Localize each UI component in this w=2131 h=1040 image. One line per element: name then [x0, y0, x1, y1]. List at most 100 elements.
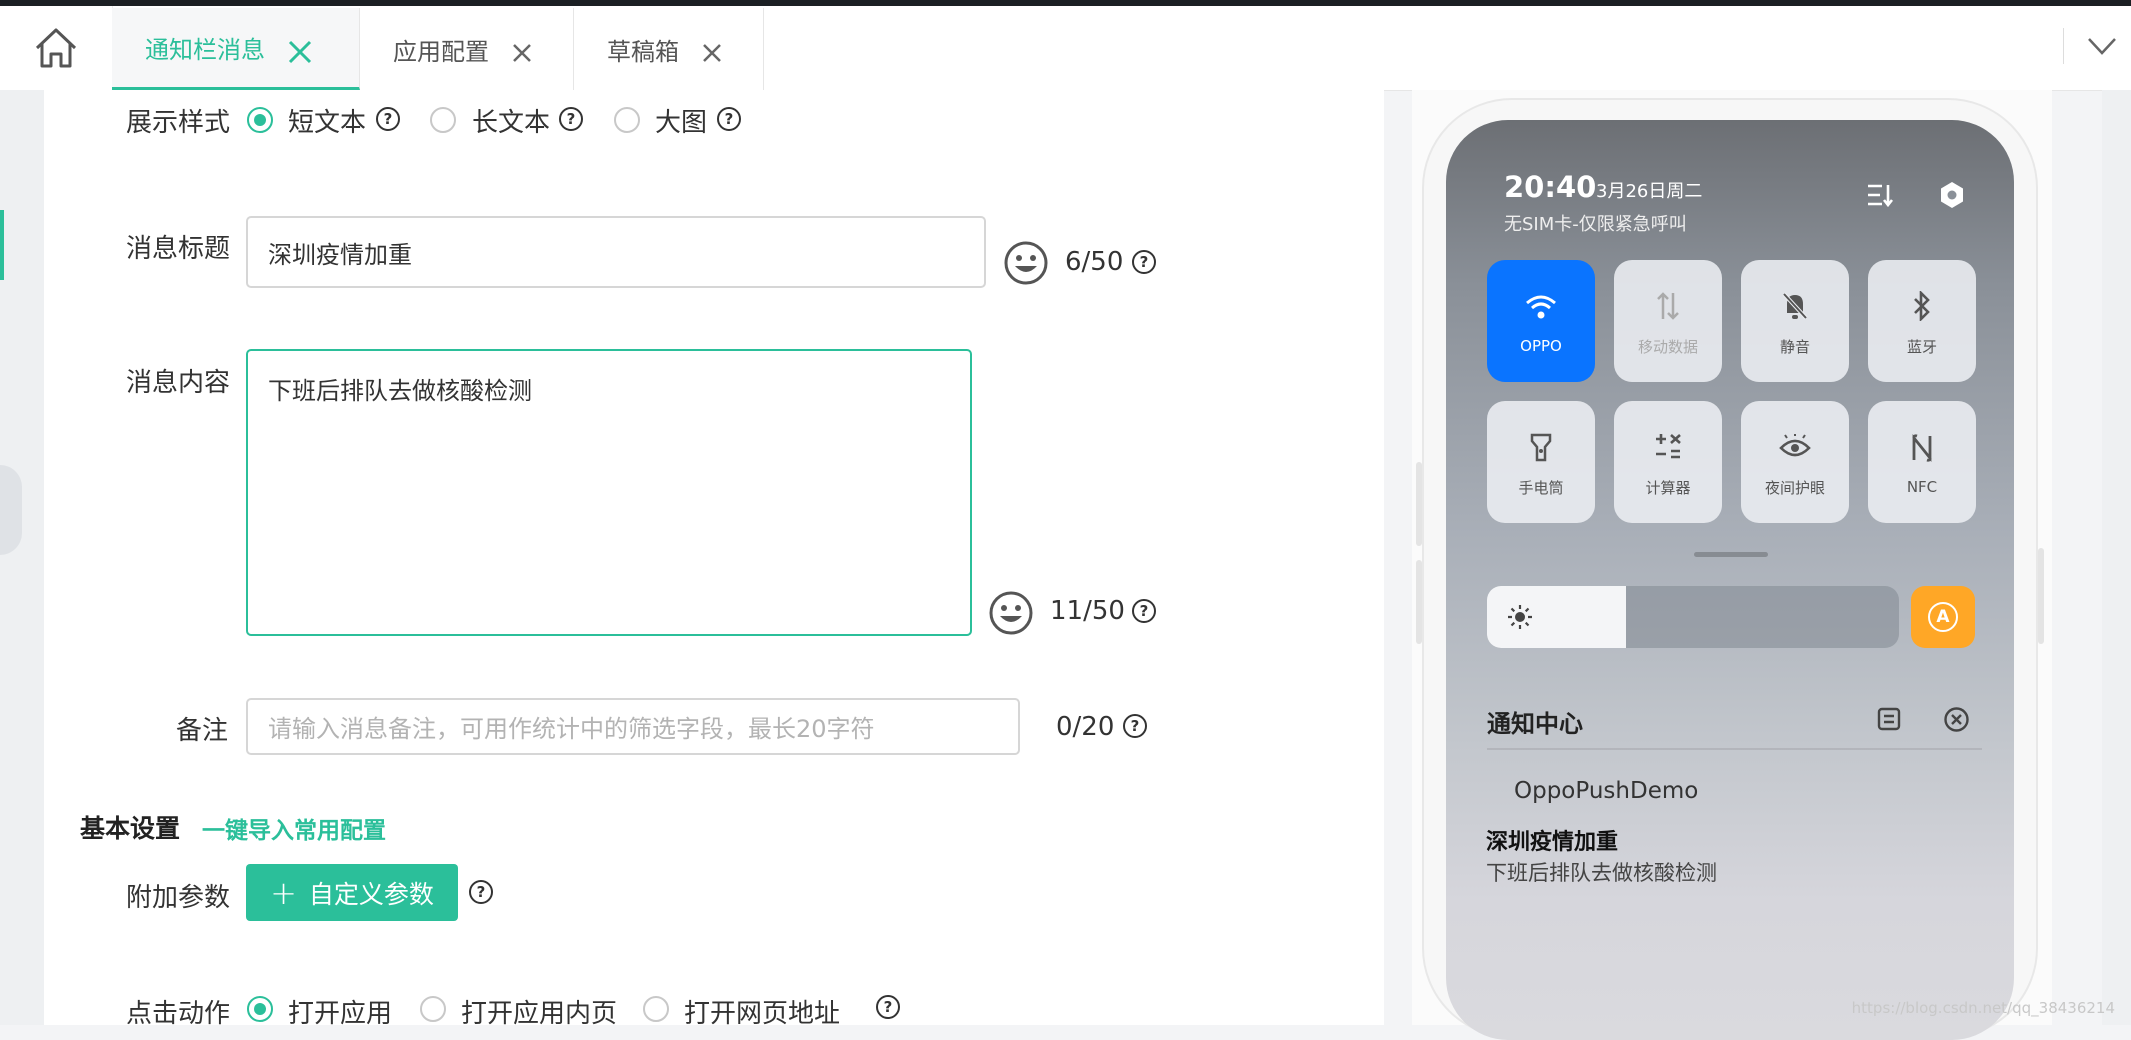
wifi-icon — [1526, 295, 1556, 319]
tile-label: OPPO — [1520, 337, 1562, 355]
radio-open-app-page[interactable] — [420, 996, 446, 1022]
close-icon[interactable] — [287, 39, 313, 65]
plus-icon: + — [270, 873, 297, 912]
bell-off-icon — [1782, 292, 1808, 319]
phone-side-button — [2038, 548, 2044, 644]
auto-brightness-button[interactable]: A — [1911, 586, 1975, 648]
notification-divider — [1487, 748, 1982, 750]
radio-open-web-url[interactable] — [643, 996, 669, 1022]
phone-date: 3月26日周二 — [1596, 181, 1703, 202]
tab-label: 应用配置 — [393, 37, 489, 66]
left-gutter — [0, 90, 44, 1025]
home-button[interactable] — [0, 6, 113, 90]
basic-settings-title: 基本设置 — [80, 814, 181, 843]
tiles-page-indicator — [1694, 552, 1768, 557]
message-title-input[interactable]: 深圳疫情加重 — [246, 216, 986, 288]
phone-screen — [1446, 120, 2014, 1040]
tab-label: 草稿箱 — [607, 37, 679, 66]
close-icon[interactable] — [511, 42, 533, 64]
brightness-fill — [1487, 586, 1626, 648]
chevron-down-icon[interactable] — [2087, 36, 2117, 56]
sim-status: 无SIM卡-仅限紧急呼叫 — [1504, 214, 1687, 235]
brightness-slider[interactable] — [1487, 586, 1899, 648]
radio-big-image[interactable] — [614, 107, 640, 133]
radio-short-text[interactable] — [247, 107, 273, 133]
help-icon[interactable]: ? — [376, 107, 400, 131]
notification-body: 下班后排队去做核酸检测 — [1486, 861, 1717, 885]
side-indicator — [0, 210, 4, 280]
tile-label: 手电筒 — [1518, 478, 1564, 497]
bluetooth-icon — [1914, 290, 1930, 321]
auto-brightness-icon: A — [1928, 602, 1958, 632]
title-char-count: 6/50 — [1065, 247, 1124, 277]
option-short-text: 短文本 — [288, 108, 367, 138]
message-content-value: 下班后排队去做核酸检测 — [268, 377, 532, 405]
help-icon[interactable]: ? — [717, 107, 741, 131]
tile-calculator[interactable]: 计算器 — [1614, 401, 1722, 523]
emoji-icon[interactable] — [1003, 240, 1049, 286]
tab-app-config[interactable]: 应用配置 — [360, 8, 574, 90]
phone-side-button — [1416, 560, 1422, 644]
option-open-app-page: 打开应用内页 — [461, 999, 618, 1029]
option-open-web-url: 打开网页地址 — [684, 999, 841, 1029]
tile-nfc[interactable]: NFC — [1868, 401, 1976, 523]
tile-label: NFC — [1906, 478, 1938, 496]
tile-wifi[interactable]: OPPO — [1487, 260, 1595, 382]
notification-settings-icon[interactable] — [1876, 706, 1902, 732]
extra-params-label: 附加参数 — [126, 883, 231, 913]
help-icon[interactable]: ? — [1132, 599, 1156, 623]
remark-label: 备注 — [176, 716, 229, 746]
tab-notification-message[interactable]: 通知栏消息 — [112, 8, 360, 90]
tile-label: 移动数据 — [1637, 337, 1698, 356]
option-open-app: 打开应用 — [288, 999, 393, 1029]
tile-mobile-data[interactable]: 移动数据 — [1614, 260, 1722, 382]
import-config-link[interactable]: 一键导入常用配置 — [202, 811, 386, 845]
right-gutter — [2102, 90, 2131, 1025]
settings-icon[interactable] — [1937, 180, 1967, 210]
phone-side-button — [1416, 462, 1422, 546]
flashlight-icon — [1530, 433, 1552, 461]
calculator-icon — [1656, 433, 1681, 458]
remark-placeholder: 请输入消息备注，可用作统计中的筛选字段，最长20字符 — [268, 715, 875, 743]
help-icon[interactable]: ? — [1123, 714, 1147, 738]
clear-notifications-icon[interactable] — [1943, 706, 1970, 733]
message-title-value: 深圳疫情加重 — [268, 240, 412, 269]
tab-drafts[interactable]: 草稿箱 — [574, 8, 764, 90]
edit-tiles-icon[interactable] — [1866, 182, 1894, 208]
tile-label: 计算器 — [1645, 478, 1691, 497]
side-handle[interactable] — [0, 465, 22, 555]
tile-bluetooth[interactable]: 蓝牙 — [1868, 260, 1976, 382]
message-content-label: 消息内容 — [126, 368, 231, 398]
click-action-label: 点击动作 — [126, 999, 231, 1029]
watermark: https://blog.csdn.net/qq_38436214 — [1851, 999, 2115, 1017]
option-long-text: 长文本 — [472, 108, 551, 138]
tile-flashlight[interactable]: 手电筒 — [1487, 401, 1595, 523]
tab-label: 通知栏消息 — [145, 36, 265, 64]
remark-char-count: 0/20 — [1056, 712, 1115, 742]
help-icon[interactable]: ? — [559, 107, 583, 131]
notification-app-name: OppoPushDemo — [1514, 778, 1699, 804]
tile-label: 蓝牙 — [1906, 337, 1937, 356]
message-content-textarea[interactable]: 下班后排队去做核酸检测 — [246, 349, 972, 636]
home-icon — [35, 28, 77, 68]
emoji-icon[interactable] — [988, 590, 1034, 636]
radio-open-app[interactable] — [247, 996, 273, 1022]
close-icon[interactable] — [701, 42, 723, 64]
mobile-data-icon — [1657, 291, 1679, 320]
sun-icon — [1508, 605, 1532, 629]
tile-eye-comfort[interactable]: 夜间护眼 — [1741, 401, 1849, 523]
tile-mute[interactable]: 静音 — [1741, 260, 1849, 382]
help-icon[interactable]: ? — [469, 880, 493, 904]
tile-label: 夜间护眼 — [1764, 478, 1825, 497]
remark-input[interactable]: 请输入消息备注，可用作统计中的筛选字段，最长20字符 — [246, 698, 1020, 755]
help-icon[interactable]: ? — [876, 995, 900, 1019]
custom-params-button[interactable]: + 自定义参数 — [246, 864, 458, 921]
help-icon[interactable]: ? — [1132, 250, 1156, 274]
tab-divider — [2063, 28, 2064, 64]
phone-time: 20:40 — [1504, 170, 1597, 204]
nfc-icon — [1912, 434, 1932, 462]
eye-icon — [1779, 433, 1811, 456]
custom-params-label: 自定义参数 — [308, 879, 434, 909]
option-big-image: 大图 — [655, 108, 708, 138]
radio-long-text[interactable] — [430, 107, 456, 133]
